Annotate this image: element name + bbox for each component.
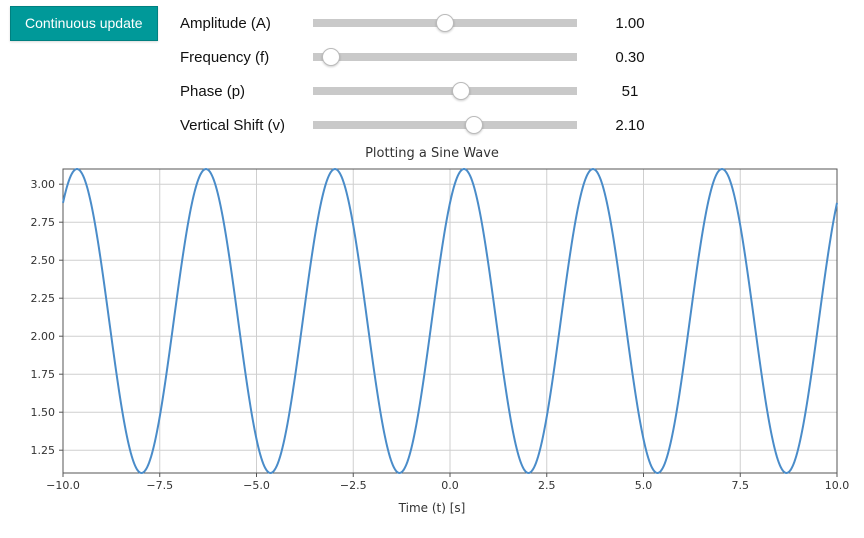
slider-label-phase: Phase (p) — [180, 83, 305, 100]
svg-text:3.00: 3.00 — [31, 178, 56, 191]
svg-text:2.25: 2.25 — [31, 292, 56, 305]
controls-panel: Continuous update Amplitude (A) 1.00 Fre… — [0, 0, 864, 142]
frequency-value: 0.30 — [585, 49, 675, 66]
chart-container: Plotting a Sine Wave 1.25 1.50 1.75 2.00 2.2… — [0, 142, 864, 515]
slider-thumb[interactable] — [452, 82, 470, 100]
svg-text:1.75: 1.75 — [31, 368, 56, 381]
vshift-slider[interactable] — [313, 121, 577, 129]
svg-text:−5.0: −5.0 — [243, 479, 270, 492]
svg-text:2.75: 2.75 — [31, 216, 56, 229]
slider-row-phase: Phase (p) 51 — [10, 74, 864, 108]
slider-label-frequency: Frequency (f) — [180, 49, 305, 66]
chart-title: Plotting a Sine Wave — [10, 146, 854, 161]
slider-row-amplitude: Continuous update Amplitude (A) 1.00 — [10, 6, 864, 40]
slider-row-vshift: Vertical Shift (v) 2.10 — [10, 108, 864, 142]
svg-text:1.50: 1.50 — [31, 406, 56, 419]
slider-thumb[interactable] — [465, 116, 483, 134]
svg-text:2.50: 2.50 — [31, 254, 56, 267]
svg-text:0.0: 0.0 — [441, 479, 459, 492]
vshift-value: 2.10 — [585, 117, 675, 134]
svg-text:−7.5: −7.5 — [146, 479, 173, 492]
svg-text:−2.5: −2.5 — [340, 479, 367, 492]
phase-value: 51 — [585, 83, 675, 100]
svg-text:2.00: 2.00 — [31, 330, 56, 343]
svg-text:−10.0: −10.0 — [46, 479, 80, 492]
continuous-update-toggle[interactable]: Continuous update — [10, 6, 158, 41]
svg-text:5.0: 5.0 — [635, 479, 653, 492]
slider-thumb[interactable] — [436, 14, 454, 32]
amplitude-slider[interactable] — [313, 19, 577, 27]
slider-label-vshift: Vertical Shift (v) — [180, 117, 305, 134]
x-axis-label: Time (t) [s] — [10, 501, 854, 515]
svg-text:2.5: 2.5 — [538, 479, 556, 492]
plot-area: 1.25 1.50 1.75 2.00 2.25 2.50 2.75 3.00 −10.0 −7.… — [15, 163, 849, 499]
frequency-slider[interactable] — [313, 53, 577, 61]
phase-slider[interactable] — [313, 87, 577, 95]
slider-row-frequency: Frequency (f) 0.30 — [10, 40, 864, 74]
amplitude-value: 1.00 — [585, 15, 675, 32]
slider-thumb[interactable] — [322, 48, 340, 66]
svg-text:10.0: 10.0 — [825, 479, 849, 492]
slider-label-amplitude: Amplitude (A) — [180, 15, 305, 32]
svg-text:7.5: 7.5 — [732, 479, 750, 492]
svg-text:1.25: 1.25 — [31, 444, 56, 457]
